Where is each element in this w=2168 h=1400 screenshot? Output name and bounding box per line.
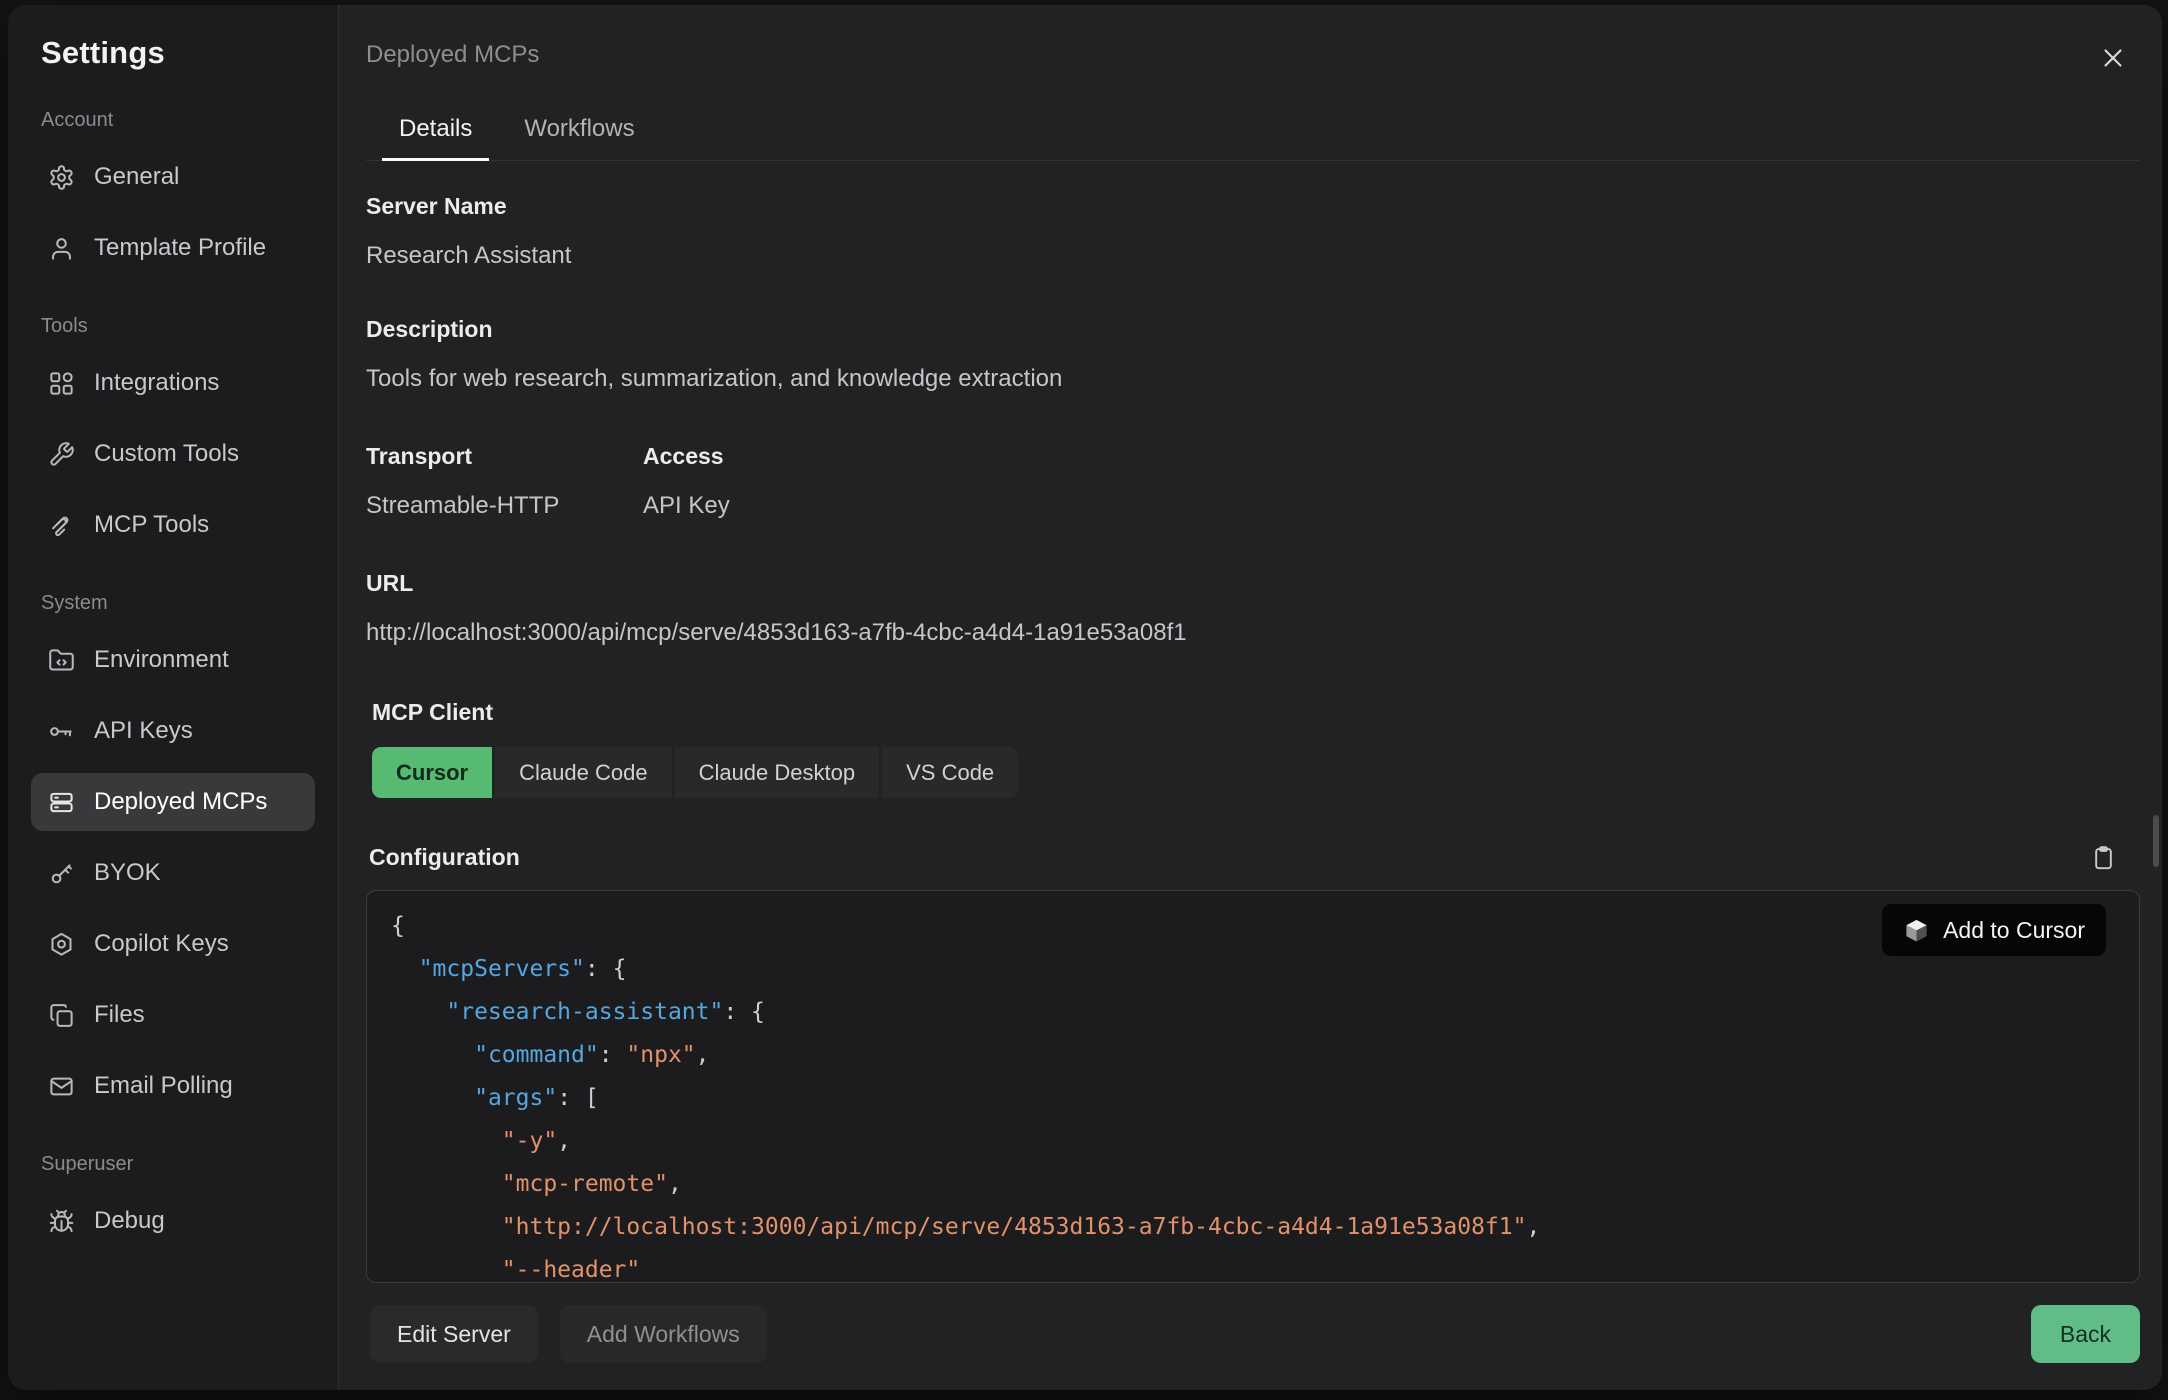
sidebar-item-label: Debug (94, 1207, 165, 1235)
mcp-client-label: MCP Client (372, 699, 2140, 726)
panel-title: Deployed MCPs (366, 41, 2140, 69)
sidebar-item-copilot-keys[interactable]: Copilot Keys (31, 915, 315, 973)
tab-details[interactable]: Details (382, 115, 489, 160)
sidebar-item-label: Integrations (94, 369, 219, 397)
sidebar-item-template-profile[interactable]: Template Profile (31, 219, 315, 277)
sidebar-title: Settings (41, 35, 315, 71)
hexagon-dot-icon (48, 931, 75, 958)
add-to-cursor-button[interactable]: Add to Cursor (1882, 904, 2106, 956)
files-icon (48, 1002, 75, 1029)
access-value: API Key (643, 492, 730, 520)
description-value: Tools for web research, summarization, a… (366, 365, 2140, 393)
bug-icon (48, 1208, 75, 1235)
server-name-value: Research Assistant (366, 242, 2140, 270)
sidebar-item-files[interactable]: Files (31, 986, 315, 1044)
sidebar-section-label: Tools (41, 315, 315, 338)
access-label: Access (643, 443, 730, 470)
tab-workflows[interactable]: Workflows (507, 115, 651, 160)
sidebar-section-label: Superuser (41, 1153, 315, 1176)
deployed-mcps-panel: Deployed MCPs Details Workflows Server Na… (339, 5, 2162, 1390)
sidebar-section-label: Account (41, 109, 315, 132)
settings-sidebar: Settings Account General Template Profile T… (8, 5, 339, 1390)
url-value: http://localhost:3000/api/mcp/serve/4853… (366, 619, 2140, 647)
mcp-icon (48, 512, 75, 539)
blocks-icon (48, 370, 75, 397)
url-label: URL (366, 570, 2140, 597)
sidebar-item-custom-tools[interactable]: Custom Tools (31, 425, 315, 483)
mcp-client-option-cursor[interactable]: Cursor (372, 747, 492, 798)
mail-icon (48, 1073, 75, 1100)
settings-dialog: Settings Account General Template Profile T… (8, 5, 2162, 1390)
wrench-icon (48, 441, 75, 468)
close-icon (2098, 43, 2128, 73)
user-icon (48, 235, 75, 262)
sidebar-item-label: Email Polling (94, 1072, 233, 1100)
sidebar-item-environment[interactable]: Environment (31, 631, 315, 689)
close-button[interactable] (2096, 41, 2130, 75)
server-icon (48, 789, 75, 816)
description-label: Description (366, 316, 2140, 343)
sidebar-item-debug[interactable]: Debug (31, 1192, 315, 1250)
folder-code-icon (48, 647, 75, 674)
transport-value: Streamable-HTTP (366, 492, 643, 520)
sidebar-nav: Account General Template Profile Tools Integ… (31, 109, 315, 1250)
dialog-footer: Edit Server Add Workflows Back (366, 1305, 2140, 1363)
configuration-json: { "mcpServers": { "research-assistant": … (391, 905, 2139, 1283)
sidebar-section-label: System (41, 592, 315, 615)
sidebar-item-label: Files (94, 1001, 145, 1029)
sidebar-item-integrations[interactable]: Integrations (31, 354, 315, 412)
sidebar-item-api-keys[interactable]: API Keys (31, 702, 315, 760)
sidebar-item-email-polling[interactable]: Email Polling (31, 1057, 315, 1115)
sidebar-item-mcp-tools[interactable]: MCP Tools (31, 496, 315, 554)
gear-icon (48, 164, 75, 191)
dialog-scrollbar-thumb[interactable] (2153, 815, 2159, 867)
mcp-client-selector: CursorClaude CodeClaude DesktopVS Code (372, 747, 2140, 798)
sidebar-item-deployed-mcps[interactable]: Deployed MCPs (31, 773, 315, 831)
sidebar-item-general[interactable]: General (31, 148, 315, 206)
mcp-client-option-vs-code[interactable]: VS Code (882, 747, 1018, 798)
key-round-icon (48, 718, 75, 745)
sidebar-item-label: BYOK (94, 859, 161, 887)
sidebar-item-label: Template Profile (94, 234, 266, 262)
cursor-logo-icon (1903, 917, 1930, 944)
clipboard-icon (2090, 844, 2117, 871)
mcp-client-option-claude-code[interactable]: Claude Code (495, 747, 671, 798)
sidebar-item-label: Custom Tools (94, 440, 239, 468)
server-name-label: Server Name (366, 193, 2140, 220)
sidebar-item-label: Deployed MCPs (94, 788, 267, 816)
sidebar-item-byok[interactable]: BYOK (31, 844, 315, 902)
add-workflows-button[interactable]: Add Workflows (560, 1305, 767, 1363)
transport-label: Transport (366, 443, 643, 470)
sidebar-item-label: General (94, 163, 179, 191)
key-icon (48, 860, 75, 887)
edit-server-button[interactable]: Edit Server (370, 1305, 538, 1363)
add-to-cursor-label: Add to Cursor (1943, 917, 2085, 944)
configuration-code-block: { "mcpServers": { "research-assistant": … (366, 890, 2140, 1283)
copy-configuration-button[interactable] (2088, 842, 2118, 872)
mcp-client-option-claude-desktop[interactable]: Claude Desktop (675, 747, 880, 798)
sidebar-item-label: Copilot Keys (94, 930, 229, 958)
sidebar-item-label: MCP Tools (94, 511, 209, 539)
back-button[interactable]: Back (2031, 1305, 2140, 1363)
tab-bar: Details Workflows (366, 115, 2140, 161)
sidebar-item-label: Environment (94, 646, 229, 674)
configuration-label: Configuration (369, 844, 520, 871)
sidebar-item-label: API Keys (94, 717, 193, 745)
